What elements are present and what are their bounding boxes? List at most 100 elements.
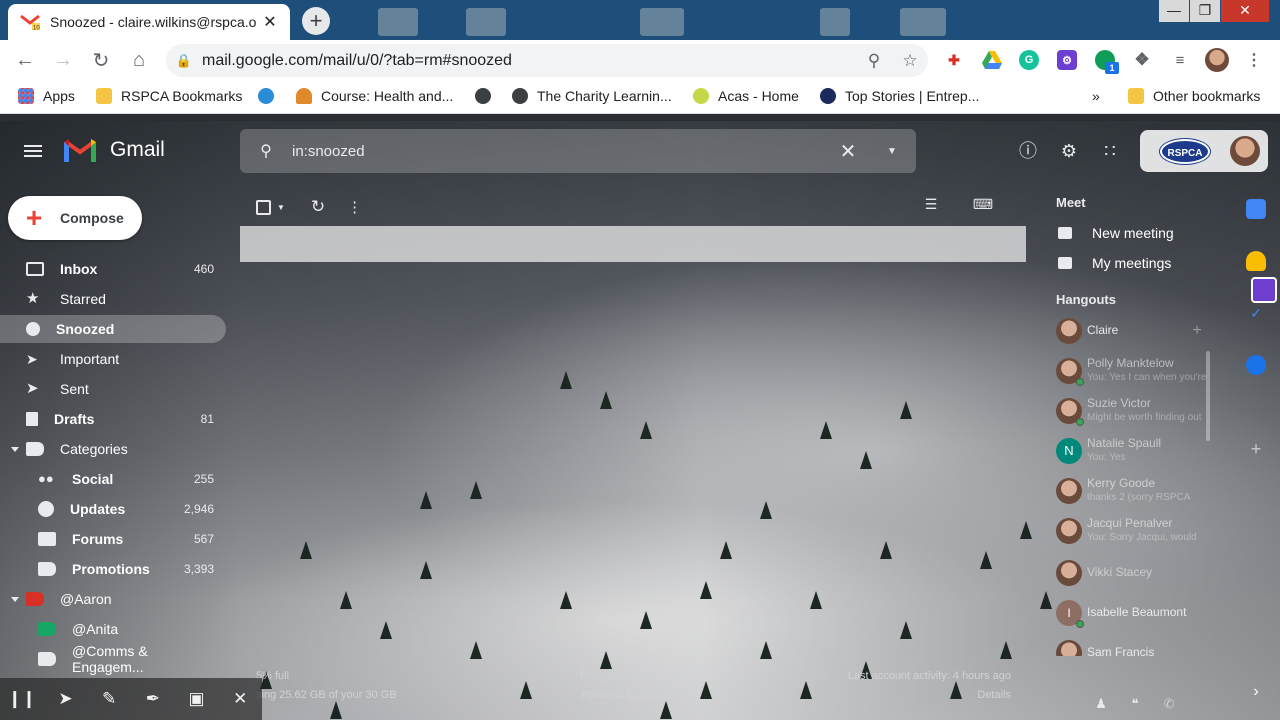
bookmark-apps[interactable]: Apps	[18, 88, 75, 104]
tab-close-icon[interactable]: ✕	[260, 12, 280, 32]
more-options-icon[interactable]: ⋮	[347, 198, 362, 216]
nav-label-comms[interactable]: @Comms & Engagem...	[0, 643, 226, 675]
profile-avatar[interactable]	[1205, 48, 1229, 72]
address-bar-url[interactable]: mail.google.com/mail/u/0/?tab=rm#snoozed	[202, 52, 856, 70]
active-browser-tab[interactable]: 10 Snoozed - claire.wilkins@rspca.o ✕	[8, 4, 290, 40]
hangouts-contact[interactable]: Polly Manktelow You: Yes I can when you'…	[1056, 354, 1216, 390]
rspca-logo: RSPCA	[1160, 139, 1210, 164]
nav-label-aaron[interactable]: @Aaron	[0, 585, 226, 613]
nav-important[interactable]: ➤ Important	[0, 345, 226, 373]
account-avatar[interactable]	[1230, 136, 1260, 166]
programme-policies-link[interactable]: Programme Policies	[580, 667, 678, 686]
hangouts-contact[interactable]: Kerry Goode thanks 2 (sorry RSPCA	[1056, 474, 1216, 510]
extension-red-icon[interactable]: ✚	[944, 50, 964, 70]
hangouts-contact[interactable]: Jacqui Penalver You: Sorry Jacqui, would	[1056, 514, 1216, 550]
camera-icon[interactable]: ▣	[175, 689, 219, 709]
bookmark-star-icon[interactable]: ☆	[892, 51, 928, 71]
grammarly-icon[interactable]: G	[1019, 50, 1039, 70]
bookmark-top-stories[interactable]: Top Stories | Entrep...	[820, 88, 979, 104]
keep-addon-icon[interactable]	[1246, 251, 1266, 271]
hangouts-contact[interactable]: Claire	[1056, 314, 1216, 350]
help-icon[interactable]: ⓘ	[1017, 140, 1039, 162]
nav-inbox[interactable]: Inbox 460	[0, 255, 226, 283]
bookmark-course[interactable]: Course: Health and...	[296, 88, 453, 104]
bookmark-other[interactable]: Other bookmarks	[1128, 88, 1260, 104]
highlighter-icon[interactable]: ✒	[131, 689, 175, 709]
meet-my-meetings[interactable]: My meetings	[1058, 255, 1171, 271]
window-close-button[interactable]: ✕	[1221, 0, 1269, 22]
compose-button[interactable]: + Compose	[8, 196, 142, 240]
contacts-addon-icon[interactable]	[1246, 355, 1266, 375]
contact-name: Jacqui Penalver	[1087, 516, 1173, 530]
lock-icon[interactable]: 🔒	[166, 53, 202, 69]
expand-panel-chevron-icon[interactable]: ›	[1246, 682, 1266, 702]
hangouts-contact[interactable]: Suzie Victor Might be worth finding out	[1056, 394, 1216, 430]
settings-gear-icon[interactable]: ⚙	[1058, 140, 1080, 162]
bookmark-rspca-folder[interactable]: RSPCA Bookmarks	[96, 88, 242, 104]
density-toggle-icon[interactable]: ☰	[920, 193, 942, 215]
nav-promotions[interactable]: Promotions 3,393	[0, 555, 226, 583]
storage-usage[interactable]: sing 25.62 GB of your 30 GB	[256, 686, 397, 705]
nav-updates[interactable]: Updates 2,946	[0, 495, 226, 523]
bookmark-globe-item[interactable]	[475, 88, 491, 104]
search-input[interactable]: in:snoozed	[292, 143, 828, 160]
extensions-puzzle-icon[interactable]: ❖	[1132, 50, 1152, 70]
back-arrow-icon[interactable]: ←	[6, 49, 44, 72]
window-maximize-button[interactable]: ❐	[1190, 0, 1220, 22]
zoom-icon[interactable]: ⚲	[856, 51, 892, 71]
address-bar[interactable]: 🔒 mail.google.com/mail/u/0/?tab=rm#snooz…	[166, 44, 928, 77]
forward-arrow-icon[interactable]: →	[44, 49, 82, 72]
online-status-dot	[1076, 620, 1084, 628]
window-minimize-button[interactable]: —	[1159, 0, 1189, 22]
bookmark-edge-icon-item[interactable]	[258, 88, 274, 104]
get-addons-plus-icon[interactable]: +	[1246, 439, 1266, 459]
account-area[interactable]: RSPCA	[1140, 130, 1268, 172]
main-menu-icon[interactable]	[24, 142, 42, 160]
extension-purple-icon[interactable]: ⚙	[1057, 50, 1077, 70]
meet-new-meeting[interactable]: New meeting	[1058, 225, 1174, 241]
google-apps-grid-icon[interactable]: ∷	[1099, 140, 1121, 162]
nav-sent[interactable]: ➤ Sent	[0, 375, 226, 403]
nav-categories[interactable]: Categories	[0, 435, 226, 463]
search-icon[interactable]: ⚲	[240, 141, 292, 161]
input-tools-keyboard-icon[interactable]: ⌨	[972, 193, 994, 215]
clear-search-icon[interactable]: ✕	[828, 139, 868, 164]
refresh-icon[interactable]: ↻	[311, 197, 325, 217]
hangouts-quote-icon[interactable]: ❝	[1124, 693, 1146, 715]
browser-menu-icon[interactable]: ⋮	[1244, 50, 1264, 70]
nav-drafts[interactable]: Drafts 81	[0, 405, 226, 433]
nav-starred[interactable]: ★ Starred	[0, 285, 226, 313]
nav-forums[interactable]: Forums 567	[0, 525, 226, 553]
calendar-addon-icon[interactable]	[1246, 199, 1266, 219]
reading-list-icon[interactable]: ≡	[1170, 50, 1190, 70]
pen-icon[interactable]: ✎	[87, 689, 131, 709]
pause-icon[interactable]: ❙❙	[0, 689, 44, 709]
details-link[interactable]: Details	[833, 686, 1011, 705]
search-options-chevron-icon[interactable]: ▼	[868, 146, 916, 157]
person-icon[interactable]: ♟	[1090, 693, 1112, 715]
mail-search-bar[interactable]: ⚲ in:snoozed ✕ ▼	[240, 129, 916, 173]
tasks-addon-icon[interactable]: ✓	[1246, 305, 1266, 325]
close-icon[interactable]: ✕	[218, 689, 262, 709]
nav-label-anita[interactable]: @Anita	[0, 615, 226, 643]
gmail-logo[interactable]: Gmail	[64, 138, 165, 162]
bookmark-acas[interactable]: Acas - Home	[693, 88, 799, 104]
pointer-icon[interactable]: ➤	[44, 689, 88, 709]
home-icon[interactable]: ⌂	[120, 49, 158, 72]
hangouts-contact[interactable]: N Natalie Spaull You: Yes	[1056, 434, 1216, 470]
bookmark-charity-learning[interactable]: The Charity Learnin...	[512, 88, 672, 104]
nav-social[interactable]: ●● Social 255	[0, 465, 226, 493]
google-drive-icon[interactable]	[982, 50, 1002, 70]
hangouts-contact[interactable]: I Isabelle Beaumont	[1056, 596, 1216, 632]
hangouts-contact[interactable]: Sam Francis	[1056, 636, 1216, 656]
select-dropdown-chevron-icon[interactable]: ▼	[277, 203, 285, 212]
hangouts-contact[interactable]: Vikki Stacey	[1056, 556, 1216, 592]
hangouts-scrollbar[interactable]	[1206, 351, 1210, 441]
new-tab-button[interactable]: +	[302, 7, 330, 35]
extension-addon-icon[interactable]	[1251, 277, 1277, 303]
reload-icon[interactable]: ↻	[82, 48, 120, 73]
bookmarks-overflow-button[interactable]: »	[1092, 88, 1100, 104]
select-all-checkbox[interactable]	[256, 199, 271, 215]
nav-snoozed[interactable]: Snoozed	[0, 315, 226, 343]
phone-icon[interactable]: ✆	[1158, 693, 1180, 715]
